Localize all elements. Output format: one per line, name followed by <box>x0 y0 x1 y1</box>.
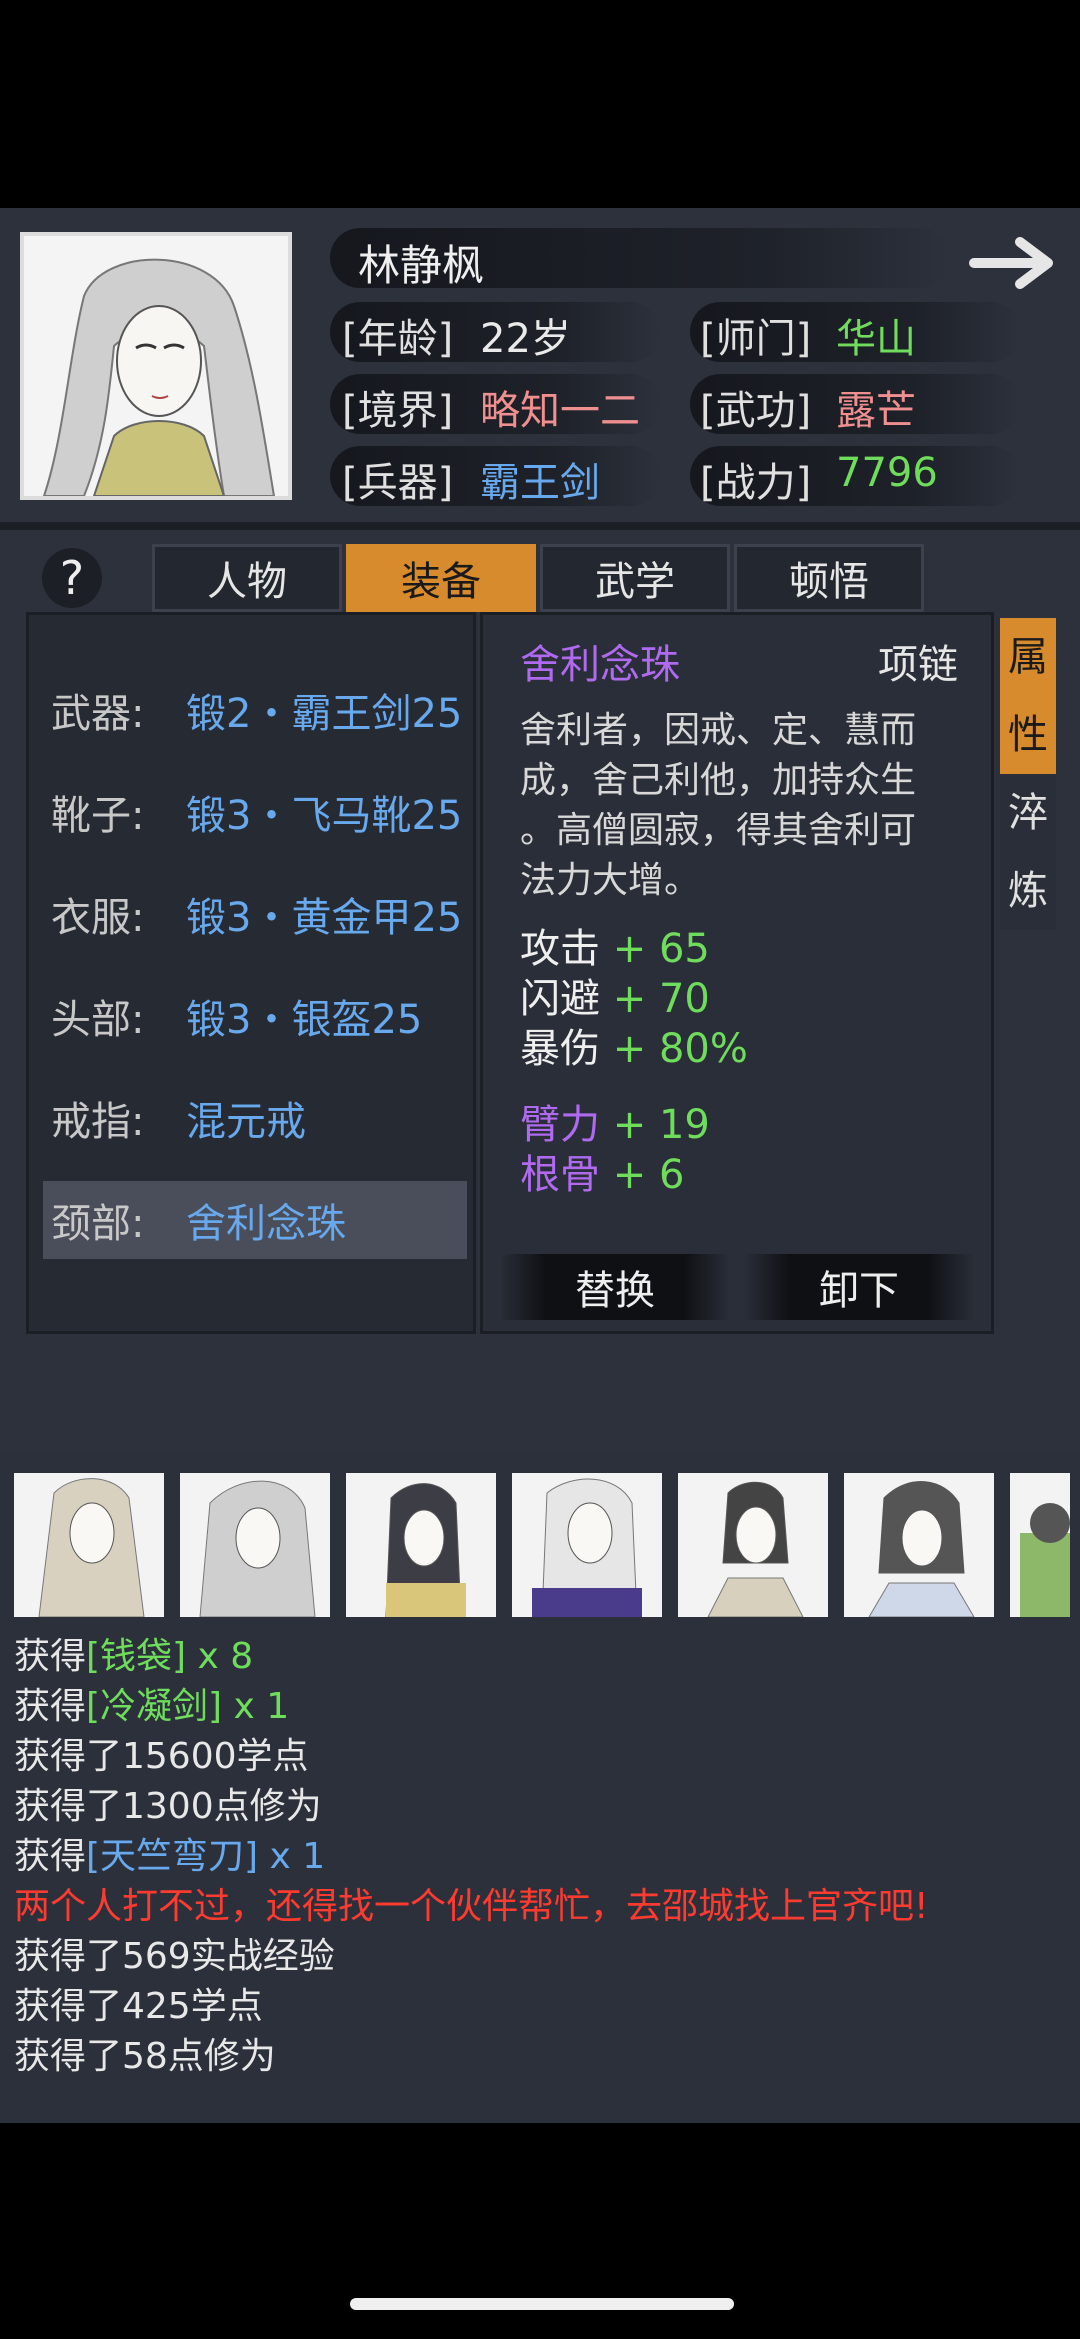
party-member-avatar[interactable] <box>844 1473 994 1617</box>
log-prefix: 获得 <box>14 1686 87 1727</box>
tab-enlightenment[interactable]: 顿悟 <box>734 544 924 612</box>
equip-row-head[interactable]: 头部: 锻3・银盔25 <box>43 977 467 1055</box>
stat-value: + 65 <box>612 926 710 972</box>
weapon-label: [兵器] <box>342 460 454 506</box>
item-description-line: 。高僧圆寂，得其舍利可 <box>520 810 917 851</box>
log-line: 获得了425学点 <box>14 1986 263 2027</box>
equip-row-boots[interactable]: 靴子: 锻3・飞马靴25 <box>43 773 467 851</box>
party-member-avatar[interactable] <box>346 1473 496 1617</box>
equip-slot-label: 靴子: <box>51 793 145 839</box>
unequip-button[interactable]: 卸下 <box>744 1254 974 1320</box>
realm-label: [境界] <box>342 388 454 434</box>
equip-row-neck[interactable]: 颈部: 舍利念珠 <box>43 1181 467 1259</box>
log-suffix: x 1 <box>258 1836 326 1877</box>
item-type: 项链 <box>878 642 958 688</box>
realm-value: 略知一二 <box>480 388 640 434</box>
log-item: [钱袋] <box>86 1636 187 1677</box>
equip-slot-label: 戒指: <box>51 1099 145 1145</box>
sect-value: 华山 <box>836 316 916 362</box>
equip-item-name: 锻3・飞马靴25 <box>186 793 463 839</box>
item-name: 舍利念珠 <box>520 642 680 688</box>
age-value: 22岁 <box>480 316 571 362</box>
party-member-avatar[interactable] <box>1010 1473 1070 1617</box>
equip-item-name: 混元戒 <box>186 1099 306 1145</box>
help-icon[interactable]: ? <box>42 548 102 608</box>
equip-item-name: 锻2・霸王剑25 <box>186 691 463 737</box>
tab-martial-arts[interactable]: 武学 <box>540 544 730 612</box>
side-tab-char: 属 <box>1008 634 1048 680</box>
party-member-avatar[interactable] <box>180 1473 330 1617</box>
stat-value: + 80% <box>612 1026 748 1072</box>
equip-row-weapon[interactable]: 武器: 锻2・霸王剑25 <box>43 671 467 749</box>
bonus-stat-value: + 19 <box>612 1102 710 1148</box>
character-name: 林静枫 <box>358 241 485 290</box>
side-tab-attributes[interactable]: 属 性 <box>1000 618 1056 774</box>
log-item: [天竺弯刀] <box>86 1836 259 1877</box>
stat-name: 暴伤 <box>520 1026 600 1072</box>
equip-slot-label: 头部: <box>51 997 145 1043</box>
bonus-stat-name: 根骨 <box>520 1152 600 1198</box>
stat-row: 攻击 + 65 <box>520 924 710 974</box>
replace-button[interactable]: 替换 <box>500 1254 730 1320</box>
stat-row: 暴伤 + 80% <box>520 1024 748 1074</box>
portrait-sketch <box>24 236 288 496</box>
log-prefix: 获得 <box>14 1836 87 1877</box>
bonus-stat-value: + 6 <box>612 1152 685 1198</box>
equip-item-name: 舍利念珠 <box>186 1201 346 1247</box>
party-member-avatar[interactable] <box>512 1473 662 1617</box>
next-arrow-icon[interactable] <box>968 232 1068 294</box>
bonus-stat-name: 臂力 <box>520 1102 600 1148</box>
log-line: 获得了1300点修为 <box>14 1786 322 1827</box>
skill-label: [武功] <box>700 388 812 434</box>
log-line: 获得[钱袋] x 8 <box>14 1632 253 1682</box>
stat-row: 闪避 + 70 <box>520 974 710 1024</box>
skill-value: 露芒 <box>836 388 916 434</box>
equip-row-armor[interactable]: 衣服: 锻3・黄金甲25 <box>43 875 467 953</box>
log-line: 获得[冷凝剑] x 1 <box>14 1682 289 1732</box>
log-item: [冷凝剑] <box>86 1686 223 1727</box>
side-tab-char: 性 <box>1008 712 1048 758</box>
equip-item-name: 锻3・黄金甲25 <box>186 895 463 941</box>
item-description-line: 法力大增。 <box>520 860 701 901</box>
item-description-line: 成，舍己利他，加持众生 <box>520 760 917 801</box>
equip-item-name: 锻3・银盔25 <box>186 997 423 1043</box>
party-member-avatar[interactable] <box>678 1473 828 1617</box>
power-label: [战力] <box>700 460 812 506</box>
bonus-stat-row: 臂力 + 19 <box>520 1100 710 1150</box>
log-line: 获得了58点修为 <box>14 2036 276 2077</box>
side-tab-char: 淬 <box>1008 790 1048 836</box>
side-tab-char: 炼 <box>1008 868 1048 914</box>
equip-row-ring[interactable]: 戒指: 混元戒 <box>43 1079 467 1157</box>
tab-equipment[interactable]: 装备 <box>346 544 536 612</box>
side-tab-refine[interactable]: 淬 炼 <box>1000 774 1056 930</box>
tab-character[interactable]: 人物 <box>152 544 342 612</box>
equip-slot-label: 衣服: <box>51 895 145 941</box>
party-member-avatar[interactable] <box>14 1473 164 1617</box>
power-value: 7796 <box>836 450 938 496</box>
log-line: 获得[天竺弯刀] x 1 <box>14 1832 325 1882</box>
stat-value: + 70 <box>612 976 710 1022</box>
log-line: 获得了569实战经验 <box>14 1936 335 1977</box>
home-indicator[interactable] <box>350 2298 734 2310</box>
stat-name: 闪避 <box>520 976 600 1022</box>
equip-slot-label: 颈部: <box>51 1201 145 1247</box>
sect-label: [师门] <box>700 316 812 362</box>
stat-name: 攻击 <box>520 926 600 972</box>
log-prefix: 获得 <box>14 1636 87 1677</box>
log-line-quest: 两个人打不过，还得找一个伙伴帮忙，去邵城找上官齐吧! <box>14 1886 929 1927</box>
character-portrait[interactable] <box>20 232 292 500</box>
age-label: [年龄] <box>342 316 454 362</box>
log-suffix: x 1 <box>222 1686 290 1727</box>
bonus-stat-row: 根骨 + 6 <box>520 1150 684 1200</box>
item-description-line: 舍利者，因戒、定、慧而 <box>520 710 917 751</box>
equipment-list: 武器: 锻2・霸王剑25 靴子: 锻3・飞马靴25 衣服: 锻3・黄金甲25 头… <box>26 612 476 1334</box>
weapon-value: 霸王剑 <box>480 460 600 506</box>
log-suffix: x 8 <box>186 1636 254 1677</box>
equip-slot-label: 武器: <box>51 691 145 737</box>
log-line: 获得了15600学点 <box>14 1736 309 1777</box>
header-divider <box>0 522 1080 530</box>
